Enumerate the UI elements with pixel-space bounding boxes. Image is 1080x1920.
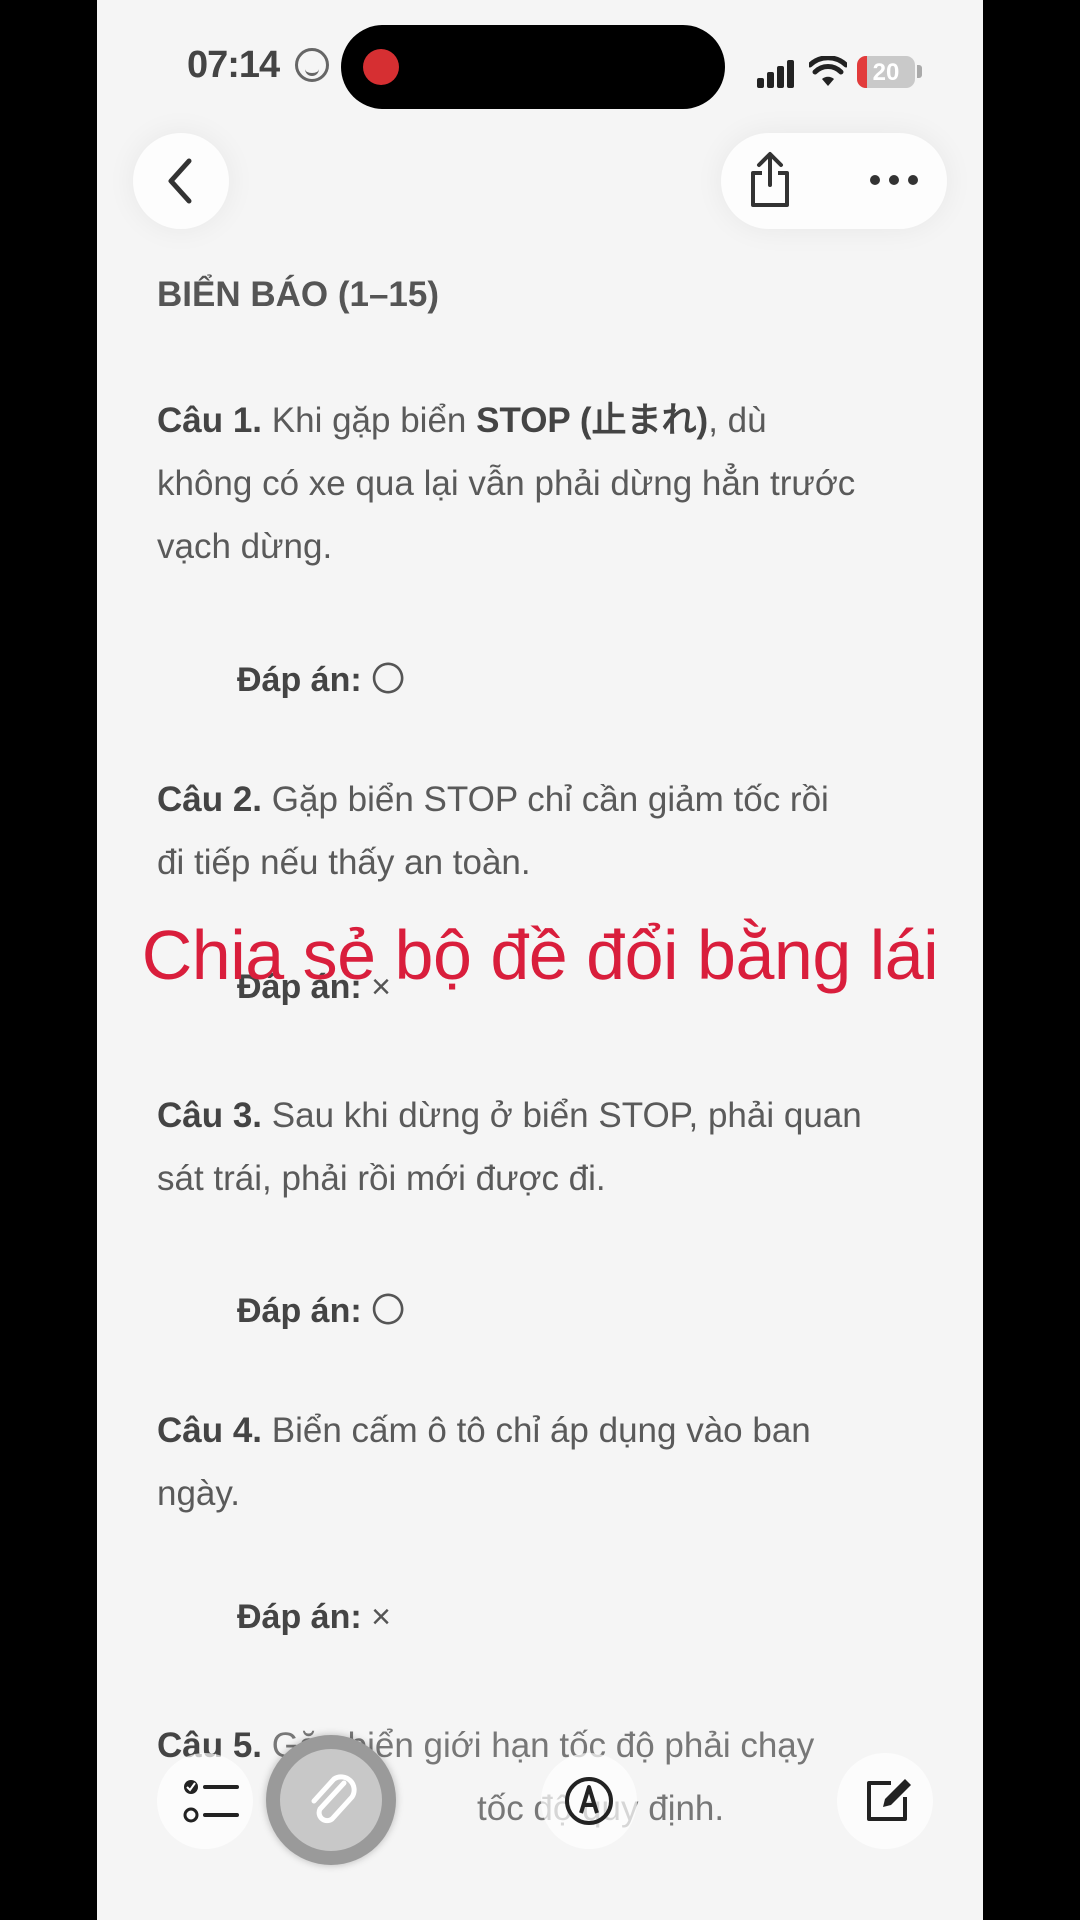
video-caption: Chia sẻ bộ đề đổi bằng lái [141, 916, 939, 994]
chevron-left-icon [168, 158, 192, 204]
battery-tip [917, 65, 922, 78]
answer-3: Đáp án: 〇 [237, 1283, 405, 1332]
answer-4: Đáp án: × [237, 1598, 391, 1637]
question-1-text-a: Khi gặp biển [262, 401, 477, 440]
wifi-icon [809, 56, 847, 86]
markup-button[interactable] [541, 1753, 637, 1849]
question-4-text: Biển cấm ô tô chỉ áp dụng vào ban [262, 1411, 811, 1450]
question-4-line-2: ngày. [157, 1474, 241, 1513]
more-button[interactable] [845, 133, 941, 229]
question-1-line-2: không có xe qua lại vẫn phải dừng hẳn tr… [157, 464, 856, 503]
status-bar: 07:14 20 [97, 0, 983, 140]
section-title: BIỂN BÁO (1–15) [157, 275, 440, 314]
question-2-text: Gặp biển STOP chỉ cần giảm tốc rồi [262, 780, 829, 819]
question-1-label: Câu 1. [157, 401, 263, 440]
recording-indicator-icon [363, 49, 399, 85]
attach-button[interactable] [266, 1735, 396, 1865]
compose-button[interactable] [837, 1753, 933, 1849]
question-2-label: Câu 2. [157, 780, 263, 819]
question-1-line-1: Câu 1. Khi gặp biển STOP (止まれ), dù [157, 389, 937, 452]
question-3-line-1: Câu 3. Sau khi dừng ở biển STOP, phải qu… [157, 1084, 937, 1147]
answer-4-value: × [371, 1598, 391, 1636]
question-1-text-b: , dù [708, 401, 767, 440]
question-2: Câu 2. Gặp biển STOP chỉ cần giảm tốc rồ… [157, 768, 937, 894]
dynamic-island [341, 25, 725, 109]
question-1-line-3: vạch dừng. [157, 527, 333, 566]
checklist-icon [183, 1780, 239, 1823]
smiley-icon [295, 48, 329, 82]
compose-icon [867, 1779, 911, 1821]
answer-3-label: Đáp án: [237, 1292, 362, 1330]
status-time: 07:14 [187, 44, 280, 86]
question-2-line-2: đi tiếp nếu thấy an toàn. [157, 843, 531, 882]
question-3-line-2: sát trái, phải rồi mới được đi. [157, 1159, 606, 1198]
checklist-button[interactable] [157, 1753, 253, 1849]
question-4-label: Câu 4. [157, 1411, 263, 1450]
question-3: Câu 3. Sau khi dừng ở biển STOP, phải qu… [157, 1084, 937, 1210]
share-icon [751, 152, 789, 207]
more-icon [870, 175, 918, 185]
paperclip-icon [311, 1774, 357, 1824]
answer-1: Đáp án: 〇 [237, 652, 405, 701]
cellular-signal-icon [757, 58, 801, 88]
attach-button-inner [280, 1749, 382, 1851]
battery-level: 20 [872, 59, 900, 86]
share-button[interactable] [721, 133, 817, 229]
answer-1-label: Đáp án: [237, 661, 362, 699]
answer-1-value: 〇 [371, 661, 406, 699]
back-button[interactable] [133, 133, 229, 229]
question-2-line-1: Câu 2. Gặp biển STOP chỉ cần giảm tốc rồ… [157, 768, 937, 831]
question-1: Câu 1. Khi gặp biển STOP (止まれ), dù không… [157, 389, 937, 578]
question-4-line-1: Câu 4. Biển cấm ô tô chỉ áp dụng vào ban [157, 1399, 937, 1462]
top-action-group [721, 133, 947, 229]
battery-icon: 20 [857, 56, 915, 88]
question-3-text: Sau khi dừng ở biển STOP, phải quan [262, 1096, 862, 1135]
question-4: Câu 4. Biển cấm ô tô chỉ áp dụng vào ban… [157, 1399, 937, 1525]
answer-4-label: Đáp án: [237, 1598, 362, 1636]
question-1-text-bold: STOP (止まれ) [476, 401, 709, 440]
question-3-label: Câu 3. [157, 1096, 263, 1135]
answer-3-value: 〇 [371, 1292, 406, 1330]
markup-pen-icon [565, 1777, 613, 1825]
